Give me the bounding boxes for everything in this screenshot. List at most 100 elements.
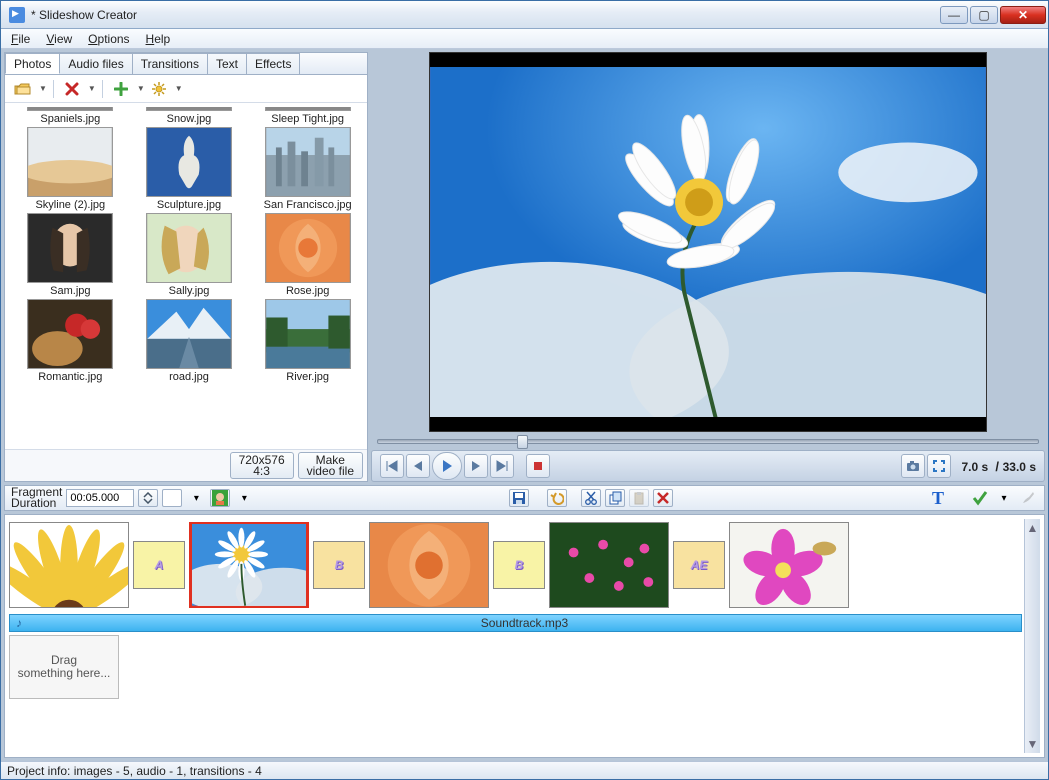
menu-file[interactable]: File — [5, 31, 36, 47]
time-display: 7.0 s / 33.0 s — [961, 459, 1036, 474]
transition[interactable]: AE — [673, 541, 725, 589]
prev-button[interactable] — [406, 454, 430, 478]
color-swatch[interactable] — [162, 489, 182, 507]
seek-bar[interactable] — [371, 432, 1045, 450]
paste-button[interactable] — [629, 489, 649, 507]
thumb-item[interactable]: Sally.jpg — [132, 213, 247, 297]
thumb-label: Rose.jpg — [286, 285, 329, 297]
music-note-icon: ♪ — [16, 616, 22, 630]
thumb-label: Spaniels.jpg — [40, 113, 100, 125]
media-tabs: Photos Audio files Transitions Text Effe… — [5, 53, 367, 75]
preview-pane: 7.0 s / 33.0 s — [371, 52, 1045, 482]
clip-selected[interactable] — [189, 522, 309, 608]
maximize-button[interactable]: ▢ — [970, 6, 998, 24]
delete-clip-button[interactable] — [653, 489, 673, 507]
play-button[interactable] — [432, 452, 462, 480]
clip[interactable] — [9, 522, 129, 608]
thumb-label: Snow.jpg — [167, 113, 212, 125]
thumb-item[interactable]: road.jpg — [132, 299, 247, 383]
timeline-scrollbar[interactable]: ▲▼ — [1024, 519, 1040, 753]
menu-help[interactable]: Help — [140, 31, 177, 47]
add-button[interactable] — [109, 78, 133, 100]
thumb-label: Romantic.jpg — [38, 371, 102, 383]
preview-viewport — [429, 52, 987, 432]
duration-stepper[interactable] — [138, 489, 158, 507]
thumbnail-grid[interactable]: Spaniels.jpg Snow.jpg Sleep Tight.jpg Sk… — [5, 103, 367, 449]
brush-button[interactable] — [1018, 489, 1038, 507]
thumb-label: Sam.jpg — [50, 285, 90, 297]
make-video-button[interactable]: Makevideo file — [298, 452, 363, 479]
chevron-down-icon[interactable]: ▾ — [234, 489, 254, 507]
thumb-item[interactable]: San Francisco.jpg — [250, 127, 365, 211]
playback-controls: 7.0 s / 33.0 s — [371, 450, 1045, 482]
video-track[interactable]: A B B AE — [9, 519, 1022, 611]
transition[interactable]: B — [313, 541, 365, 589]
effect-button[interactable] — [147, 78, 171, 100]
first-frame-button[interactable] — [380, 454, 404, 478]
thumb-item[interactable]: Skyline (2).jpg — [13, 127, 128, 211]
thumb-item[interactable]: Sam.jpg — [13, 213, 128, 297]
titlebar: * Slideshow Creator — ▢ ✕ — [1, 1, 1048, 29]
thumb-label: road.jpg — [169, 371, 209, 383]
window-title: * Slideshow Creator — [31, 8, 938, 22]
snapshot-button[interactable] — [901, 454, 925, 478]
close-button[interactable]: ✕ — [1000, 6, 1046, 24]
copy-button[interactable] — [605, 489, 625, 507]
tab-text[interactable]: Text — [207, 53, 247, 74]
fragment-duration-label: FragmentDuration — [11, 487, 62, 509]
menu-view[interactable]: View — [40, 31, 78, 47]
face-crop-button[interactable] — [210, 489, 230, 507]
app-icon — [9, 7, 25, 23]
audio-track[interactable]: ♪ Soundtrack.mp3 — [9, 614, 1022, 632]
clip[interactable] — [369, 522, 489, 608]
chevron-down-icon[interactable]: ▼ — [88, 84, 96, 93]
text-tool-button[interactable]: T — [928, 489, 948, 507]
statusbar: Project info: images - 5, audio - 1, tra… — [1, 761, 1048, 779]
thumb-label: Sculpture.jpg — [157, 199, 221, 211]
menubar: File View Options Help — [1, 29, 1048, 49]
audio-clip-label: Soundtrack.mp3 — [28, 616, 1021, 630]
thumb-label: Sally.jpg — [169, 285, 210, 297]
status-text: Project info: images - 5, audio - 1, tra… — [7, 764, 262, 778]
clip[interactable] — [729, 522, 849, 608]
thumb-item[interactable]: Romantic.jpg — [13, 299, 128, 383]
transition[interactable]: B — [493, 541, 545, 589]
minimize-button[interactable]: — — [940, 6, 968, 24]
next-button[interactable] — [464, 454, 488, 478]
chevron-down-icon[interactable]: ▼ — [175, 84, 183, 93]
stop-button[interactable] — [526, 454, 550, 478]
undo-button[interactable] — [547, 489, 567, 507]
thumb-item[interactable]: Sculpture.jpg — [132, 127, 247, 211]
chevron-down-icon[interactable]: ▾ — [186, 489, 206, 507]
media-toolbar: ▼ ▼ ▼ ▼ — [5, 75, 367, 103]
accept-button[interactable] — [970, 489, 990, 507]
chevron-down-icon[interactable]: ▼ — [137, 84, 145, 93]
fullscreen-button[interactable] — [927, 454, 951, 478]
tab-transitions[interactable]: Transitions — [132, 53, 208, 74]
thumb-label: River.jpg — [286, 371, 329, 383]
thumb-label: Skyline (2).jpg — [35, 199, 105, 211]
save-button[interactable] — [509, 489, 529, 507]
timeline: A B B AE ♪ Soundtrack.mp3 Dragsomething … — [4, 514, 1045, 758]
cut-button[interactable] — [581, 489, 601, 507]
thumb-label: San Francisco.jpg — [264, 199, 352, 211]
last-frame-button[interactable] — [490, 454, 514, 478]
chevron-down-icon[interactable]: ▼ — [39, 84, 47, 93]
media-pane: Photos Audio files Transitions Text Effe… — [4, 52, 368, 482]
menu-options[interactable]: Options — [82, 31, 135, 47]
delete-button[interactable] — [60, 78, 84, 100]
chevron-down-icon[interactable]: ▾ — [994, 489, 1014, 507]
thumb-item[interactable]: River.jpg — [250, 299, 365, 383]
drop-zone[interactable]: Dragsomething here... — [9, 635, 119, 699]
tab-effects[interactable]: Effects — [246, 53, 300, 74]
thumb-item[interactable]: Rose.jpg — [250, 213, 365, 297]
duration-input[interactable] — [66, 489, 134, 507]
resolution-button[interactable]: 720x5764:3 — [230, 452, 294, 479]
transition[interactable]: A — [133, 541, 185, 589]
clip[interactable] — [549, 522, 669, 608]
tab-photos[interactable]: Photos — [5, 53, 60, 74]
open-folder-button[interactable] — [11, 78, 35, 100]
thumb-label: Sleep Tight.jpg — [271, 113, 344, 125]
tab-audio[interactable]: Audio files — [59, 53, 132, 74]
timeline-toolbar: FragmentDuration ▾ ▾ T ▾ — [4, 485, 1045, 511]
